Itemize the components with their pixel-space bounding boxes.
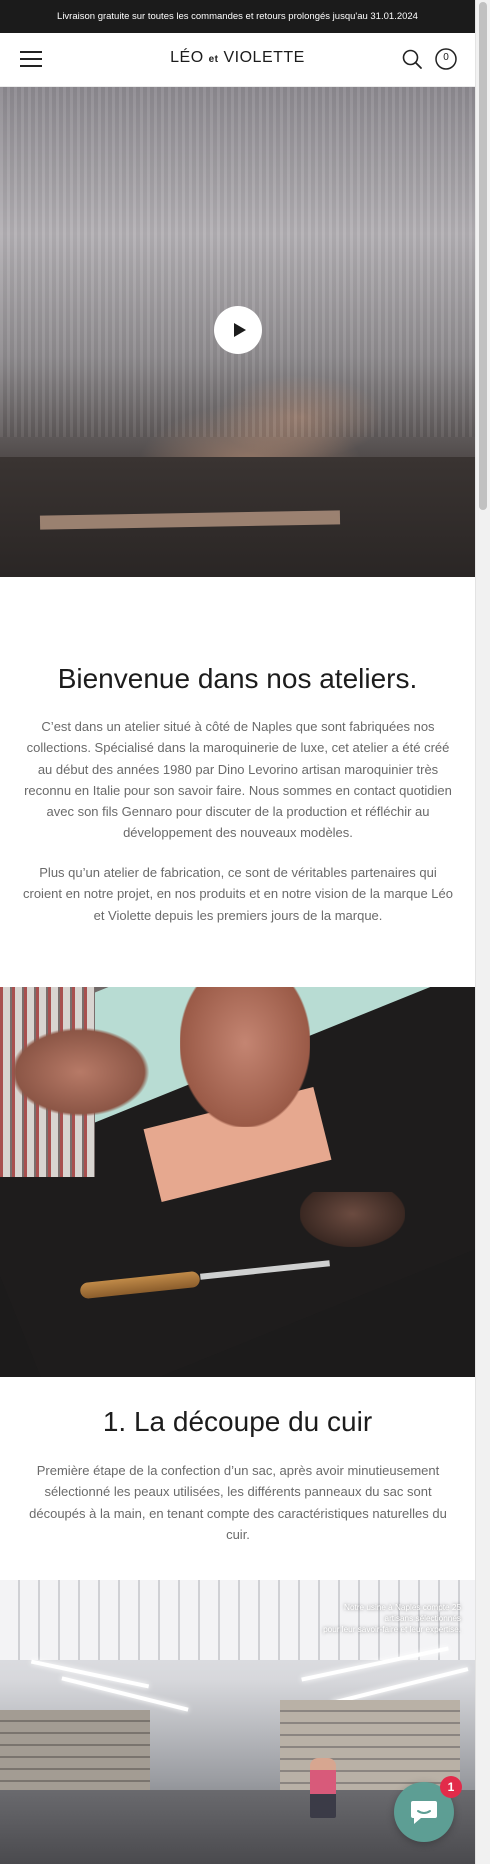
intro-paragraph-1: C’est dans un atelier situé à côté de Na… <box>24 719 452 841</box>
left-hand <box>10 1027 150 1117</box>
search-icon[interactable] <box>400 47 424 71</box>
hero-video[interactable] <box>0 87 475 577</box>
caption-line-3: pour leur savoir-faire et leur expertise… <box>323 1625 461 1634</box>
cart-bag-icon[interactable]: 0 <box>434 47 458 71</box>
hero-shirt-texture <box>0 87 475 437</box>
logo-second: VIOLETTE <box>223 49 305 66</box>
leather-cutting-image <box>0 987 475 1377</box>
intro-title: Bienvenue dans nos ateliers. <box>57 663 418 694</box>
right-hand <box>180 987 310 1127</box>
artisan-figure <box>310 1758 336 1818</box>
site-header: LÉO et VIOLETTE 0 <box>0 33 475 87</box>
caption-line-1: Notre usine à Naples compte 25 <box>344 1603 461 1612</box>
chat-notification-badge: 1 <box>440 1776 462 1798</box>
caption-line-2: artisans sélectionnés <box>384 1614 461 1623</box>
factory-caption: Notre usine à Naples compte 25 artisans … <box>301 1602 461 1635</box>
scrollbar-thumb[interactable] <box>479 2 487 510</box>
page: Livraison gratuite sur toutes les comman… <box>0 0 475 1864</box>
section-title-cutting: 1. La découpe du cuir <box>102 1406 373 1437</box>
announcement-text: Livraison gratuite sur toutes les comman… <box>57 11 418 22</box>
logo-et: et <box>208 54 219 65</box>
page-scrollbar[interactable] <box>475 0 490 1864</box>
storage-shelves-right <box>280 1700 460 1790</box>
storage-shelves-left <box>0 1710 150 1800</box>
announcement-bar: Livraison gratuite sur toutes les comman… <box>0 0 475 33</box>
logo-main: LÉO <box>170 49 204 66</box>
cart-count: 0 <box>443 52 449 63</box>
play-icon <box>233 323 246 337</box>
chat-bubble-icon <box>411 1801 437 1824</box>
intro-paragraph-2: Plus qu’un atelier de fabrication, ce so… <box>23 865 453 923</box>
cast-iron-weight <box>300 1192 405 1247</box>
play-button[interactable] <box>214 306 262 354</box>
section-paragraph-cutting: Première étape de la confection d’un sac… <box>29 1463 447 1542</box>
